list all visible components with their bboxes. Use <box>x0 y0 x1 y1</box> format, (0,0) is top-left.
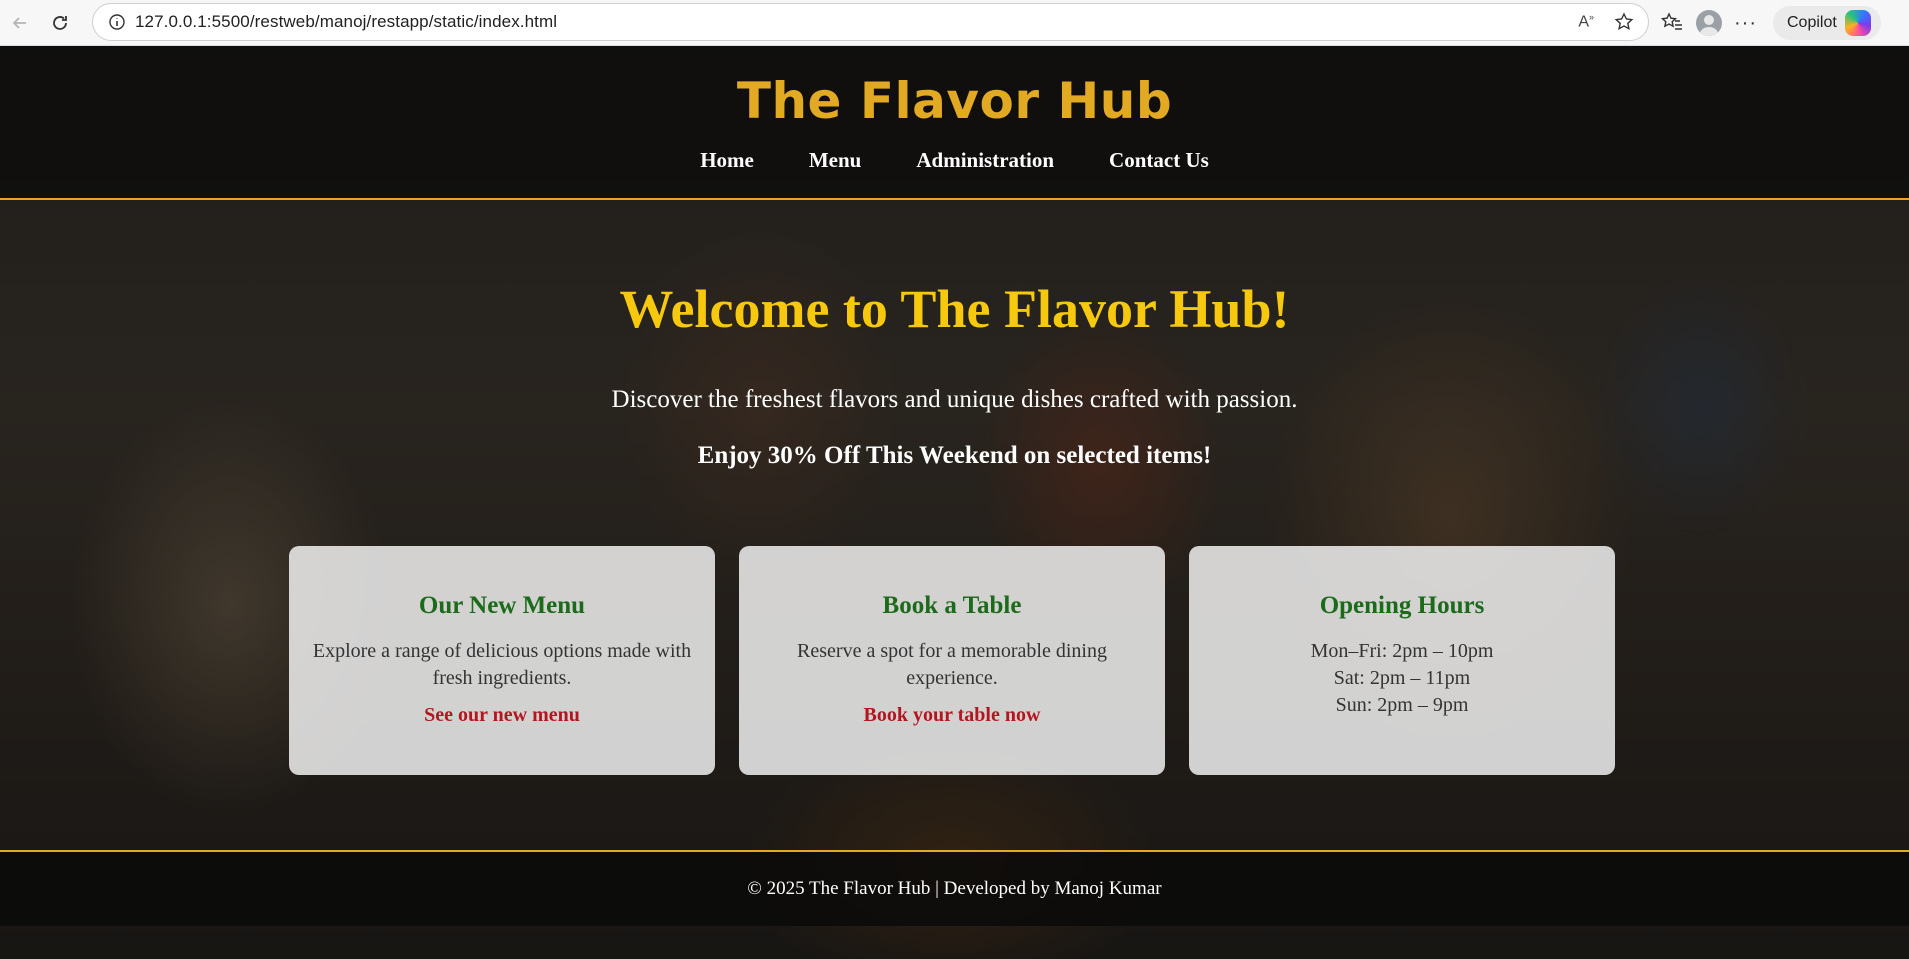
site-header: The Flavor Hub Home Menu Administration … <box>0 46 1909 200</box>
footer-text: © 2025 The Flavor Hub | Developed by Man… <box>747 878 1162 899</box>
reload-button[interactable] <box>40 3 80 43</box>
read-aloud-icon[interactable]: A» <box>1578 12 1594 31</box>
browser-toolbar: 127.0.0.1:5500/restweb/manoj/restapp/sta… <box>0 0 1909 46</box>
site-info-icon[interactable] <box>99 13 135 31</box>
favorite-star-icon[interactable] <box>1614 12 1634 32</box>
favorites-icon[interactable] <box>1660 12 1684 34</box>
site-logo: The Flavor Hub <box>736 72 1173 130</box>
card-title: Book a Table <box>882 592 1022 619</box>
main-nav: Home Menu Administration Contact Us <box>0 148 1909 173</box>
card-title: Our New Menu <box>418 592 586 619</box>
page-viewport: The Flavor Hub Home Menu Administration … <box>0 46 1909 959</box>
nav-administration-link[interactable]: Administration <box>916 148 1054 173</box>
back-button[interactable] <box>0 3 40 43</box>
nav-home-link[interactable]: Home <box>700 148 754 173</box>
hero-subtitle: Discover the freshest flavors and unique… <box>611 386 1298 413</box>
address-bar[interactable]: 127.0.0.1:5500/restweb/manoj/restapp/sta… <box>92 3 1649 41</box>
copilot-button[interactable]: Copilot <box>1772 6 1881 40</box>
card-book-table: Book a Table Reserve a spot for a memora… <box>739 546 1165 775</box>
hours-sunday: Sun: 2pm – 9pm <box>1335 694 1469 716</box>
hours-saturday: Sat: 2pm – 11pm <box>1333 667 1471 689</box>
card-text: Reserve a spot for a memorable dining ex… <box>797 640 1107 689</box>
see-menu-link[interactable]: See our new menu <box>424 704 580 727</box>
card-text: Explore a range of delicious options mad… <box>312 640 692 689</box>
profile-avatar-icon[interactable] <box>1696 10 1722 36</box>
reload-icon <box>53 15 67 30</box>
hero-promo: Enjoy 30% Off This Weekend on selected i… <box>697 442 1212 469</box>
url-text: 127.0.0.1:5500/restweb/manoj/restapp/sta… <box>135 12 558 31</box>
book-table-link[interactable]: Book your table now <box>864 704 1041 727</box>
back-arrow-icon <box>12 16 26 29</box>
copilot-label: Copilot <box>1786 14 1837 31</box>
copilot-logo-icon <box>1844 10 1871 36</box>
card-opening-hours: Opening Hours Mon–Fri: 2pm – 10pm Sat: 2… <box>1189 546 1615 775</box>
nav-menu-link[interactable]: Menu <box>809 148 862 173</box>
site-footer: © 2025 The Flavor Hub | Developed by Man… <box>0 850 1909 926</box>
card-title: Opening Hours <box>1319 592 1485 619</box>
hours-weekday: Mon–Fri: 2pm – 10pm <box>1310 640 1494 662</box>
hero-title: Welcome to The Flavor Hub! <box>619 279 1290 339</box>
more-options-icon[interactable]: ··· <box>1734 12 1757 35</box>
nav-contact-link[interactable]: Contact Us <box>1109 148 1209 173</box>
card-new-menu: Our New Menu Explore a range of deliciou… <box>289 546 715 775</box>
